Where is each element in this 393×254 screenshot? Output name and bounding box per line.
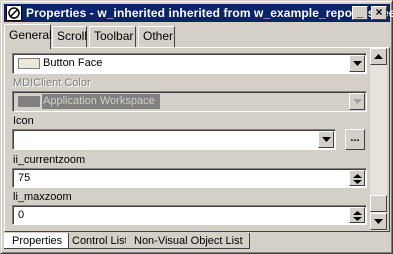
chevron-down-icon[interactable]	[318, 131, 334, 148]
icon-dropdown[interactable]	[12, 129, 336, 150]
backcolor-value: Button Face	[43, 57, 103, 69]
tab-toolbar-label: Toolbar	[94, 29, 134, 43]
tab-other-label: Other	[143, 29, 174, 43]
ii-currentzoom-spinner[interactable]: 75	[12, 168, 367, 188]
color-swatch	[18, 58, 40, 69]
li-maxzoom-spinner[interactable]: 0	[12, 205, 367, 225]
tab-scroll-label: Scroll	[57, 29, 88, 43]
title-bar[interactable]: Properties - w_inherited inherited from …	[4, 4, 393, 22]
tab-properties-label: Properties	[12, 235, 63, 247]
mdiclient-color-label: MDIClient Color	[13, 77, 91, 89]
bottom-tab-bar: Properties Control List Non-Visual Objec…	[4, 233, 390, 251]
scroll-up-button[interactable]	[370, 48, 387, 65]
general-panel: Button Face MDIClient Color Application …	[4, 47, 390, 232]
chevron-down-icon[interactable]	[349, 55, 365, 72]
color-swatch	[18, 96, 40, 107]
tab-scroll[interactable]: Scroll	[52, 26, 87, 47]
backcolor-dropdown[interactable]: Button Face	[12, 53, 367, 74]
mdiclient-color-dropdown: Application Workspace	[12, 91, 367, 112]
tab-control-list[interactable]: Control List	[64, 233, 135, 249]
tab-other[interactable]: Other	[138, 26, 175, 47]
tab-non-visual-object-list-label: Non-Visual Object List	[134, 235, 243, 247]
properties-window: Properties - w_inherited inherited from …	[0, 0, 393, 254]
mdiclient-color-value: Application Workspace	[43, 95, 155, 107]
spin-updown-icon[interactable]	[349, 207, 365, 223]
tab-non-visual-object-list[interactable]: Non-Visual Object List	[126, 233, 250, 249]
vertical-scrollbar[interactable]	[370, 48, 387, 231]
tab-properties[interactable]: Properties	[4, 233, 70, 249]
tab-toolbar[interactable]: Toolbar	[89, 26, 136, 47]
spin-updown-icon[interactable]	[349, 170, 365, 186]
li-maxzoom-value: 0	[18, 209, 25, 221]
ii-currentzoom-value: 75	[18, 172, 31, 184]
app-icon	[6, 5, 22, 21]
ii-currentzoom-label: ii_currentzoom	[13, 154, 86, 166]
tab-general[interactable]: General	[4, 24, 52, 49]
minimize-button[interactable]: _	[352, 6, 368, 20]
tab-control-list-label: Control List	[72, 235, 128, 247]
tab-general-label: General	[9, 28, 52, 42]
scroll-thumb[interactable]	[370, 195, 387, 212]
window-title: Properties - w_inherited inherited from …	[26, 6, 393, 20]
chevron-down-icon	[349, 93, 365, 110]
close-button[interactable]: ×	[371, 6, 387, 20]
icon-label: Icon	[13, 115, 34, 127]
scroll-down-button[interactable]	[370, 213, 387, 230]
browse-button[interactable]: ...	[345, 129, 365, 150]
li-maxzoom-label: li_maxzoom	[13, 191, 72, 203]
